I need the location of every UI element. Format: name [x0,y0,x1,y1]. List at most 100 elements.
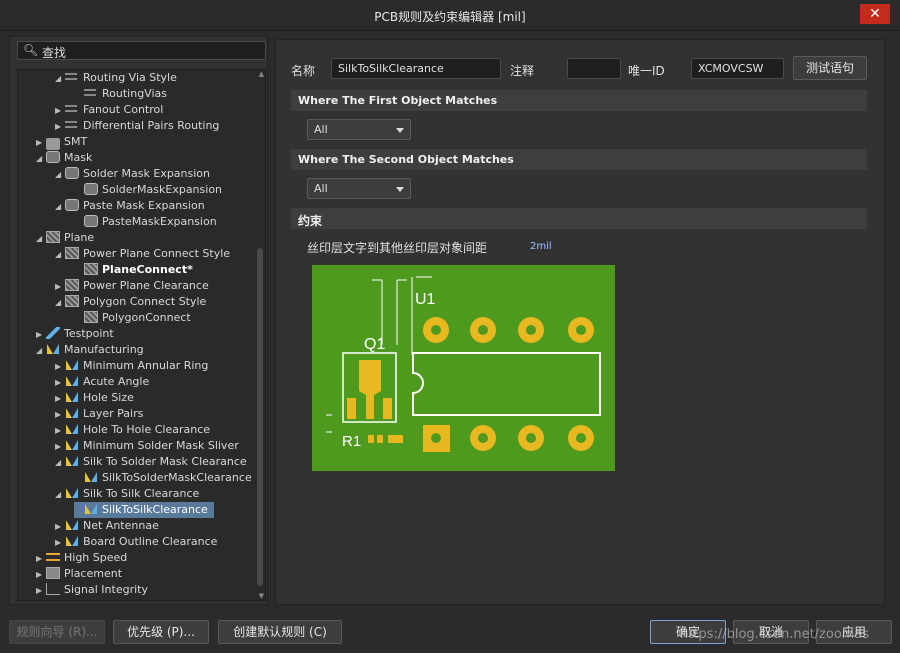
tree-item[interactable]: SolderMaskExpansion [74,182,222,198]
collapse-arrow-icon[interactable]: ◢ [36,343,46,359]
manufacturing-icon [65,519,79,531]
tree-item[interactable]: SilkToSilkClearance [74,502,214,518]
smt-icon [46,138,60,150]
tree-item-label: Minimum Solder Mask Sliver [83,439,239,452]
expand-arrow-icon[interactable]: ▶ [55,103,65,119]
tree-item[interactable]: ▶ Board Outline Clearance [55,534,217,550]
expand-arrow-icon[interactable]: ▶ [55,391,65,407]
tree-item-label: Solder Mask Expansion [83,167,211,180]
tree-item[interactable]: ◢ Mask [36,150,92,166]
search-box[interactable]: 🔍︎ 查找 [17,41,266,60]
tree-item[interactable]: ◢ Plane [36,230,94,246]
name-field[interactable]: SilkToSilkClearance [331,58,501,79]
tree-item[interactable]: ▶ Minimum Annular Ring [55,358,208,374]
collapse-arrow-icon[interactable]: ◢ [55,487,65,503]
rule-editor-panel: 名称 SilkToSilkClearance 注释 唯一ID XCMOVCSW … [275,39,885,605]
tree-item-label: Board Outline Clearance [83,535,218,548]
expand-arrow-icon[interactable]: ▶ [55,407,65,423]
collapse-arrow-icon[interactable]: ◢ [55,295,65,311]
expand-arrow-icon[interactable]: ▶ [55,119,65,135]
mask-icon [65,167,79,179]
expand-arrow-icon[interactable]: ▶ [55,359,65,375]
expand-arrow-icon[interactable]: ▶ [55,519,65,535]
tree-item-label: Differential Pairs Routing [83,119,220,132]
priority-button[interactable]: 优先级 (P)... [113,620,209,644]
high-speed-icon [46,551,60,563]
tree-item[interactable]: PlaneConnect* [74,262,193,278]
manufacturing-icon [46,343,60,355]
collapse-arrow-icon[interactable]: ◢ [55,71,65,87]
unique-id-field[interactable]: XCMOVCSW [691,58,784,79]
clearance-value[interactable]: 2mil [530,241,552,252]
expand-arrow-icon[interactable]: ▶ [36,327,46,343]
collapse-arrow-icon[interactable]: ◢ [55,455,65,471]
window-title: PCB规则及约束编辑器 [mil] [374,10,526,24]
expand-arrow-icon[interactable]: ▶ [36,567,46,583]
expand-arrow-icon[interactable]: ▶ [55,279,65,295]
expand-arrow-icon[interactable]: ▶ [36,551,46,567]
tree-item[interactable]: ▶ Acute Angle [55,374,149,390]
collapse-arrow-icon[interactable]: ◢ [55,247,65,263]
tree-item[interactable]: ◢ Routing Via Style [55,70,177,86]
tree-item[interactable]: ◢ Power Plane Connect Style [55,246,230,262]
manufacturing-icon [65,375,79,387]
collapse-arrow-icon[interactable]: ◢ [55,199,65,215]
expand-arrow-icon[interactable]: ▶ [36,583,46,599]
expand-arrow-icon[interactable]: ▶ [55,439,65,455]
expand-arrow-icon[interactable]: ▶ [55,375,65,391]
tree-item[interactable]: ▶ Placement [36,566,122,582]
u1-label: U1 [415,291,436,308]
tree-item[interactable]: ◢ Polygon Connect Style [55,294,206,310]
tree-item[interactable]: RoutingVias [74,86,167,102]
tree-item[interactable]: PolygonConnect [74,310,191,326]
tree-item[interactable]: ▶ SMT [36,134,87,150]
tree-item[interactable]: PasteMaskExpansion [74,214,217,230]
scrollbar-thumb[interactable] [257,248,263,586]
tree-item[interactable]: ▶ Net Antennae [55,518,159,534]
tree-item[interactable]: ▶ Testpoint [36,326,114,342]
tree-item[interactable]: ▶ Minimum Solder Mask Sliver [55,438,239,454]
scroll-down-icon[interactable]: ▼ [259,592,264,600]
manufacturing-icon [65,359,79,371]
tree-item[interactable]: ▶ Signal Integrity [36,582,148,598]
tree-item[interactable]: ▶ Hole To Hole Clearance [55,422,210,438]
tree-item-label: Paste Mask Expansion [83,199,205,212]
tree-item-label: Routing Via Style [83,71,177,84]
expand-arrow-icon[interactable]: ▶ [55,423,65,439]
scroll-up-icon[interactable]: ▲ [259,70,264,78]
search-label: 查找 [42,46,67,60]
tree-item[interactable]: ◢ Paste Mask Expansion [55,198,205,214]
collapse-arrow-icon[interactable]: ◢ [55,167,65,183]
rule-wizard-button[interactable]: 规则向导 (R)... [9,620,105,644]
tree-item-label: Silk To Solder Mask Clearance [83,455,247,468]
tree-item-label: PasteMaskExpansion [102,215,217,228]
tree-item[interactable]: SilkToSolderMaskClearance [74,470,252,486]
close-button[interactable]: ✕ [860,4,890,24]
tree-item-label: PlaneConnect* [102,263,193,276]
expand-arrow-icon[interactable]: ▶ [36,135,46,151]
tree-item[interactable]: ◢ Solder Mask Expansion [55,166,210,182]
tree-item[interactable]: ▶ Hole Size [55,390,134,406]
unique-id-label: 唯一ID [628,64,665,78]
create-default-rules-button[interactable]: 创建默认规则 (C) [218,620,342,644]
pcb-illustration: U1 Q1 R1 [312,265,615,471]
tree-item[interactable]: ▶ Power Plane Clearance [55,278,209,294]
tree-item[interactable]: ◢ Manufacturing [36,342,144,358]
tree-item[interactable]: ◢ Silk To Solder Mask Clearance [55,454,247,470]
expand-arrow-icon[interactable]: ▶ [55,535,65,551]
plane-icon [84,311,98,323]
tree-item[interactable]: ▶ High Speed [36,550,127,566]
mask-icon [84,215,98,227]
manufacturing-icon [84,503,98,515]
test-query-button[interactable]: 测试语句 [793,56,867,80]
chevron-down-icon [396,187,404,192]
tree-item[interactable]: ▶ Differential Pairs Routing [55,118,219,134]
tree-item[interactable]: ▶ Layer Pairs [55,406,143,422]
collapse-arrow-icon[interactable]: ◢ [36,151,46,167]
comment-field[interactable] [567,58,621,79]
second-object-dropdown[interactable]: All [307,178,411,199]
tree-item[interactable]: ▶ Fanout Control [55,102,163,118]
tree-item[interactable]: ◢ Silk To Silk Clearance [55,486,199,502]
collapse-arrow-icon[interactable]: ◢ [36,231,46,247]
first-object-dropdown[interactable]: All [307,119,411,140]
